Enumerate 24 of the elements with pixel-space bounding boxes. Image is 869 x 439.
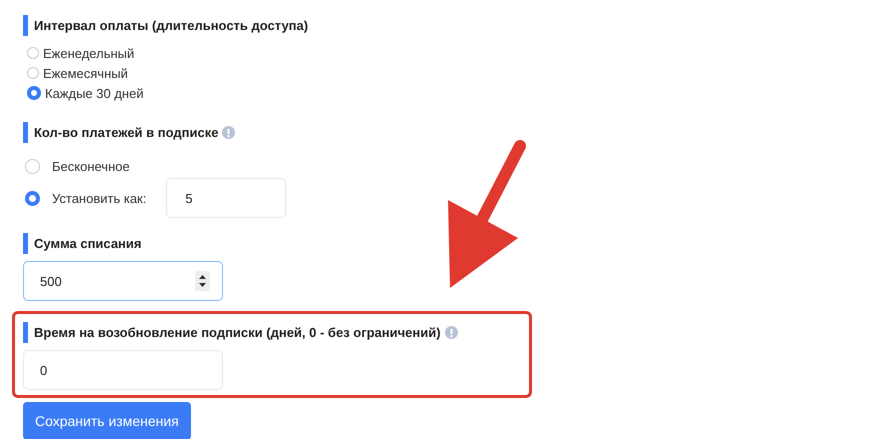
number-field[interactable]: 500	[23, 261, 223, 301]
radio-button[interactable]	[25, 190, 40, 206]
radio-label: Каждые 30 дней	[45, 86, 144, 100]
accent-bar	[23, 15, 28, 36]
radio-button[interactable]	[27, 47, 39, 59]
radio-label: Ежемесячный	[43, 66, 128, 80]
input-field[interactable]: 0	[23, 350, 223, 390]
radio-label: Установить как:	[52, 190, 146, 206]
input-field[interactable]: 5	[166, 178, 286, 218]
radio-button[interactable]	[25, 158, 40, 174]
section-title: Интервал оплаты (длительность доступа)	[34, 18, 308, 33]
section-title: Время на возобновление подписки (дней, 0 - без ограничений)	[34, 325, 441, 340]
accent-bar	[23, 322, 28, 343]
accent-bar	[23, 122, 28, 143]
radio-button[interactable]	[27, 86, 41, 100]
info-icon[interactable]	[222, 126, 236, 139]
section-title: Кол-во платежей в подписке	[34, 125, 218, 140]
radio-label: Бесконечное	[52, 158, 130, 174]
info-icon[interactable]	[444, 326, 458, 339]
section-title: Сумма списания	[34, 236, 142, 251]
accent-bar	[23, 233, 28, 254]
radio-label: Еженедельный	[43, 46, 134, 60]
radio-button[interactable]	[27, 67, 39, 79]
save-button[interactable]: Сохранить изменения	[23, 402, 191, 439]
